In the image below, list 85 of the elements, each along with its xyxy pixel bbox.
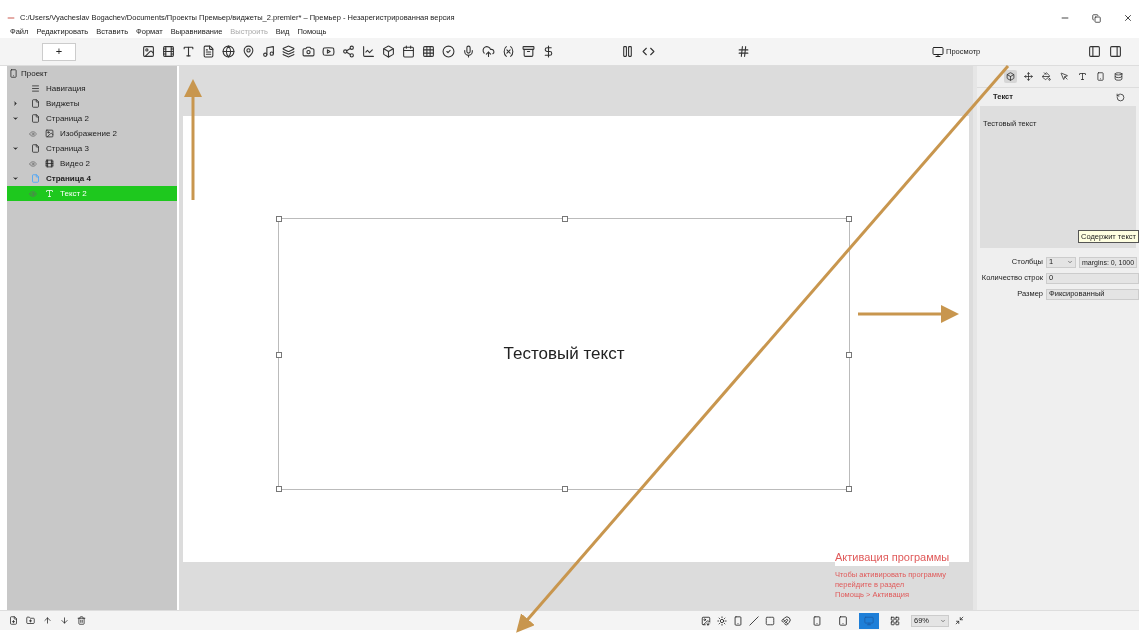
chart-icon[interactable]: [362, 45, 375, 58]
expand-arrow-icon[interactable]: [11, 115, 19, 122]
microphone-icon[interactable]: [462, 45, 475, 58]
tree-item[interactable]: Страница 3: [7, 141, 177, 156]
globe-icon[interactable]: [222, 45, 235, 58]
magnet-icon[interactable]: [781, 615, 791, 626]
map-pin-icon[interactable]: [242, 45, 255, 58]
share-icon[interactable]: [342, 45, 355, 58]
tree-item[interactable]: Изображение 2: [7, 126, 177, 141]
paint-bucket-icon: [1041, 72, 1051, 81]
resize-handle[interactable]: [562, 486, 568, 492]
widget-text: Тестовый текст: [503, 343, 625, 366]
collapse-arrow-icon[interactable]: [11, 100, 19, 107]
text-widget[interactable]: Тестовый текст: [278, 218, 850, 490]
cube-icon[interactable]: [382, 45, 395, 58]
resize-handle[interactable]: [276, 216, 282, 222]
phone-icon: [812, 615, 822, 626]
brightness-icon[interactable]: [717, 615, 727, 626]
tree-item[interactable]: Страница 2: [7, 111, 177, 126]
new-folder-icon[interactable]: [26, 616, 35, 625]
film-icon[interactable]: [162, 45, 175, 58]
phone-icon: [1095, 72, 1105, 81]
video-play-icon[interactable]: [322, 45, 335, 58]
calendar-icon[interactable]: [402, 45, 415, 58]
expand-arrow-icon[interactable]: [11, 145, 19, 152]
inspector-tab[interactable]: [1111, 70, 1125, 83]
variable-icon[interactable]: [502, 45, 515, 58]
layers-icon[interactable]: [282, 45, 295, 58]
film-icon: [45, 159, 54, 168]
resize-handle[interactable]: [276, 486, 282, 492]
pointer-icon: [1059, 72, 1069, 81]
hash-icon[interactable]: [737, 45, 750, 58]
resize-handle[interactable]: [846, 486, 852, 492]
monitor-icon: [932, 45, 944, 58]
collapse-icon[interactable]: [955, 616, 964, 625]
move-icon: [1023, 72, 1033, 81]
tree-item[interactable]: Страница 4: [7, 171, 177, 186]
tree-item[interactable]: Проект: [21, 67, 48, 80]
add-button[interactable]: +: [42, 42, 76, 61]
image-icon[interactable]: [142, 45, 155, 58]
panel-left-icon[interactable]: [1088, 45, 1102, 58]
move-down-icon[interactable]: [60, 616, 69, 625]
phone-icon: [9, 69, 18, 78]
text-icon: [45, 189, 54, 198]
tree-item[interactable]: Видео 2: [7, 156, 177, 171]
text-icon[interactable]: [182, 45, 195, 58]
code-icon[interactable]: [642, 45, 655, 58]
inspector-tab[interactable]: [1003, 70, 1017, 83]
table-icon[interactable]: [422, 45, 435, 58]
camera-icon[interactable]: [302, 45, 315, 58]
close-icon[interactable]: [1123, 13, 1133, 23]
hatch-icon[interactable]: [749, 615, 759, 626]
expand-arrow-icon[interactable]: [11, 175, 19, 182]
phone-icon[interactable]: [733, 615, 743, 626]
archive-icon[interactable]: [522, 45, 535, 58]
screenshot-icon[interactable]: [701, 615, 711, 626]
selection-icon[interactable]: [765, 615, 775, 626]
new-page-icon[interactable]: [9, 616, 18, 625]
dollar-icon[interactable]: [542, 45, 555, 58]
delete-icon[interactable]: [77, 616, 86, 625]
reset-icon[interactable]: [1116, 92, 1125, 102]
inspector-tab[interactable]: [1039, 70, 1053, 83]
resize-handle[interactable]: [846, 352, 852, 358]
tree-item[interactable]: Навигация: [7, 81, 177, 96]
monitor-icon: [864, 615, 874, 626]
tablet-icon: [838, 615, 848, 626]
pause-icon[interactable]: [621, 45, 634, 58]
cloud-icon[interactable]: [482, 45, 495, 58]
check-circle-icon[interactable]: [442, 45, 455, 58]
restore-icon[interactable]: [1092, 13, 1101, 23]
resize-handle[interactable]: [562, 216, 568, 222]
cube-icon: [1005, 72, 1015, 81]
tree-item[interactable]: Виджеты: [7, 96, 177, 111]
inspector-tab[interactable]: [1021, 70, 1035, 83]
database-icon: [1113, 72, 1123, 81]
windows-icon: [890, 615, 900, 626]
document-icon[interactable]: [202, 45, 215, 58]
move-up-icon[interactable]: [43, 616, 52, 625]
image-icon: [45, 129, 54, 138]
music-icon[interactable]: [262, 45, 275, 58]
resize-handle[interactable]: [846, 216, 852, 222]
text-icon: [1077, 72, 1087, 81]
view-mode-button[interactable]: [859, 612, 879, 629]
panel-right-icon[interactable]: [1109, 45, 1123, 58]
resize-handle[interactable]: [276, 352, 282, 358]
